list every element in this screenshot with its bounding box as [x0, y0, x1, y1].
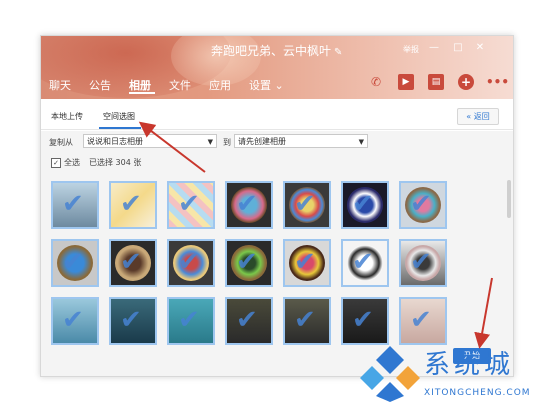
arrow-to-start-button [474, 277, 493, 349]
watermark-url: XITONGCHENG.COM [424, 388, 531, 398]
watermark-name: 系统城 [424, 350, 515, 380]
watermark: 系统城 XITONGCHENG.COM [360, 340, 550, 412]
arrow-to-space-select [138, 121, 206, 173]
watermark-logo-icon [360, 346, 420, 402]
